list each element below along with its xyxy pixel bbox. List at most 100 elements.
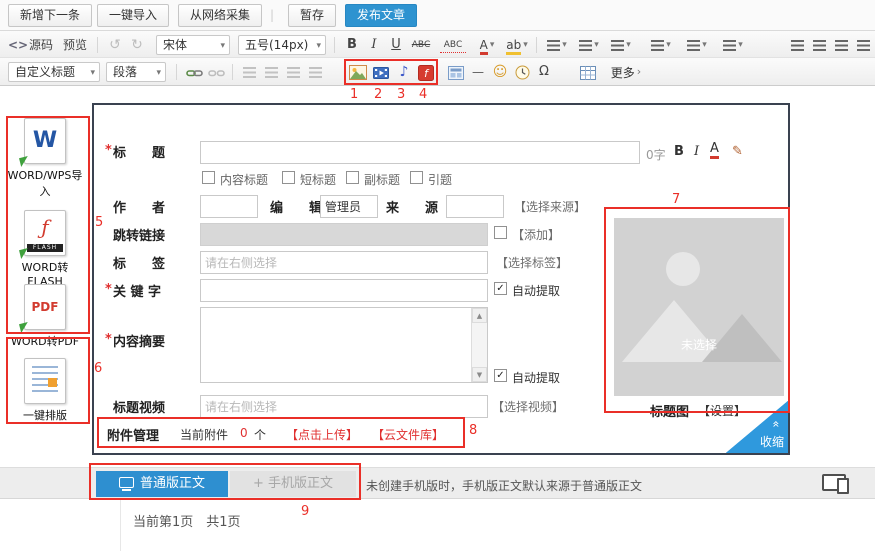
remove-link-icon[interactable]	[206, 62, 226, 82]
align-center-icon[interactable]	[810, 35, 828, 55]
title-color-icon[interactable]: A	[710, 142, 719, 159]
align-right-icon[interactable]	[832, 35, 850, 55]
title-input[interactable]	[200, 141, 640, 164]
editor-input[interactable]	[320, 195, 378, 218]
keyword-auto-extract-checkbox[interactable]: ✓	[494, 282, 507, 295]
collapse-arrow-icon: »	[768, 420, 782, 427]
choose-source-link[interactable]: 【选择来源】	[514, 198, 586, 215]
paragraph-indent-icon[interactable]: ▾	[648, 35, 674, 55]
align-justify-icon[interactable]	[854, 35, 872, 55]
content-title-checkbox[interactable]	[202, 171, 215, 184]
flash-badge: FLASH	[27, 244, 63, 252]
strikethrough-icon[interactable]: ABC	[408, 35, 434, 55]
annotation-number-7: 7	[672, 192, 680, 207]
preview-button[interactable]: 预览	[61, 35, 89, 55]
lead-title-checkbox[interactable]	[410, 171, 423, 184]
insert-music-icon[interactable]: ♪	[394, 62, 414, 82]
body-version-tabbar: 普通版正文 + 手机版正文 未创建手机版时，手机版正文默认来源于普通版正文	[0, 467, 875, 499]
tab-normal-body[interactable]: 普通版正文	[96, 471, 228, 497]
insert-time-icon[interactable]	[512, 62, 532, 82]
text-direction-icon[interactable]: ▾	[720, 35, 746, 55]
more-button[interactable]: 更多›	[604, 62, 648, 82]
cloud-library-link[interactable]: 【云文件库】	[372, 426, 444, 443]
underline-icon[interactable]: U	[386, 35, 406, 55]
insert-toolbar: 自定义标题▾ 段落▾ ♪ f — ☺ Ω 更多›	[0, 58, 875, 86]
temp-save-button[interactable]: 暂存	[288, 4, 336, 27]
indent-icon[interactable]	[284, 62, 302, 82]
redo-icon[interactable]: ↻	[127, 35, 147, 55]
title-bold-icon[interactable]: B	[674, 144, 684, 159]
bullet-list-icon[interactable]: ▾	[576, 35, 602, 55]
one-click-import-button[interactable]: 一键导入	[97, 4, 169, 27]
jump-link-add-checkbox[interactable]	[494, 226, 507, 239]
italic-icon[interactable]: I	[364, 35, 384, 55]
summary-scrollbar[interactable]: ▲ ▼	[471, 308, 487, 382]
paragraph-select[interactable]: 段落▾	[106, 62, 166, 82]
sidebar-word-to-pdf[interactable]: PDF WORD转PDF	[4, 284, 86, 349]
jump-link-add-link[interactable]: 【添加】	[512, 226, 560, 243]
tag-input[interactable]	[200, 251, 488, 274]
summary-auto-extract-checkbox[interactable]: ✓	[494, 369, 507, 382]
short-title-checkbox[interactable]	[282, 171, 295, 184]
insert-iframe-icon[interactable]	[446, 62, 466, 82]
line-height-icon[interactable]: ▾	[608, 35, 634, 55]
insert-image-icon[interactable]	[348, 62, 368, 82]
sidebar-one-click-typeset[interactable]: 一键排版	[4, 358, 86, 423]
title-italic-icon[interactable]: I	[694, 144, 699, 159]
attachment-unit: 个	[254, 426, 266, 443]
scroll-down-icon[interactable]: ▼	[472, 367, 487, 382]
align-left-icon[interactable]	[788, 35, 806, 55]
format-toolbar: <> 源码 预览 ↺ ↻ 宋体▾ 五号(14px)▾ B I U ABC ABC…	[0, 30, 875, 58]
tab-mobile-body[interactable]: + 手机版正文	[230, 471, 356, 497]
title-video-input[interactable]	[200, 395, 488, 418]
choose-video-link[interactable]: 【选择视频】	[492, 398, 564, 415]
sidebar-word-to-flash[interactable]: ƒ FLASH WORD转FLASH	[4, 210, 86, 288]
font-color-icon[interactable]: A▾	[474, 35, 500, 55]
paragraph-spacing-icon[interactable]: ▾	[684, 35, 710, 55]
title-edit-icon[interactable]: ✎	[732, 144, 743, 159]
insert-flash-icon[interactable]: f	[416, 62, 436, 82]
special-char-icon[interactable]: Ω	[534, 62, 554, 82]
style-select[interactable]: 自定义标题▾	[8, 62, 100, 82]
upload-attachment-link[interactable]: 【点击上传】	[286, 426, 358, 443]
font-size-select[interactable]: 五号(14px)▾	[238, 35, 326, 55]
source-code-icon[interactable]: <>	[8, 35, 26, 55]
line-height-glyph	[611, 40, 624, 51]
keyword-input[interactable]	[200, 279, 488, 302]
green-arrow-icon	[19, 156, 30, 167]
undo-icon[interactable]: ↺	[105, 35, 125, 55]
font-family-select[interactable]: 宋体▾	[156, 35, 230, 55]
paragraph-indent-glyph	[651, 40, 664, 51]
device-preview-icon[interactable]	[822, 474, 846, 491]
choose-tag-link[interactable]: 【选择标签】	[496, 254, 568, 271]
horizontal-rule-icon[interactable]: —	[468, 62, 488, 82]
scroll-up-icon[interactable]: ▲	[472, 308, 487, 323]
summary-textarea[interactable]	[201, 308, 471, 382]
spellcheck-icon[interactable]: ABC	[440, 37, 466, 53]
bold-icon[interactable]: B	[342, 35, 362, 55]
toolbar-divider	[232, 64, 233, 80]
collect-from-web-button[interactable]: 从网络采集	[178, 4, 262, 27]
publish-article-button[interactable]: 发布文章	[345, 4, 417, 27]
title-image-placeholder[interactable]: 未选择	[614, 218, 784, 396]
attachment-count: 0	[240, 426, 248, 440]
collapse-panel-button[interactable]: » 收缩	[726, 401, 788, 453]
emoticon-icon[interactable]: ☺	[490, 62, 510, 82]
ordered-list-icon[interactable]: ▾	[544, 35, 570, 55]
image-align-right-icon[interactable]	[262, 62, 280, 82]
insert-table-icon[interactable]	[578, 62, 598, 82]
outdent-icon[interactable]	[306, 62, 324, 82]
annotation-number-4: 4	[419, 87, 427, 102]
subtitle-checkbox[interactable]	[346, 171, 359, 184]
insert-video-icon[interactable]	[371, 62, 391, 82]
insert-link-icon[interactable]	[184, 62, 204, 82]
add-next-button[interactable]: 新增下一条	[8, 4, 92, 27]
toolbar-divider	[334, 37, 335, 53]
source-input[interactable]	[446, 195, 504, 218]
source-code-button[interactable]: 源码	[27, 35, 55, 55]
more-arrow-icon: ›	[637, 65, 641, 78]
sidebar-word-import[interactable]: W WORD/WPS导入	[4, 118, 86, 199]
author-input[interactable]	[200, 195, 258, 218]
highlight-color-icon[interactable]: ab▾	[504, 35, 530, 55]
image-align-left-icon[interactable]	[240, 62, 258, 82]
